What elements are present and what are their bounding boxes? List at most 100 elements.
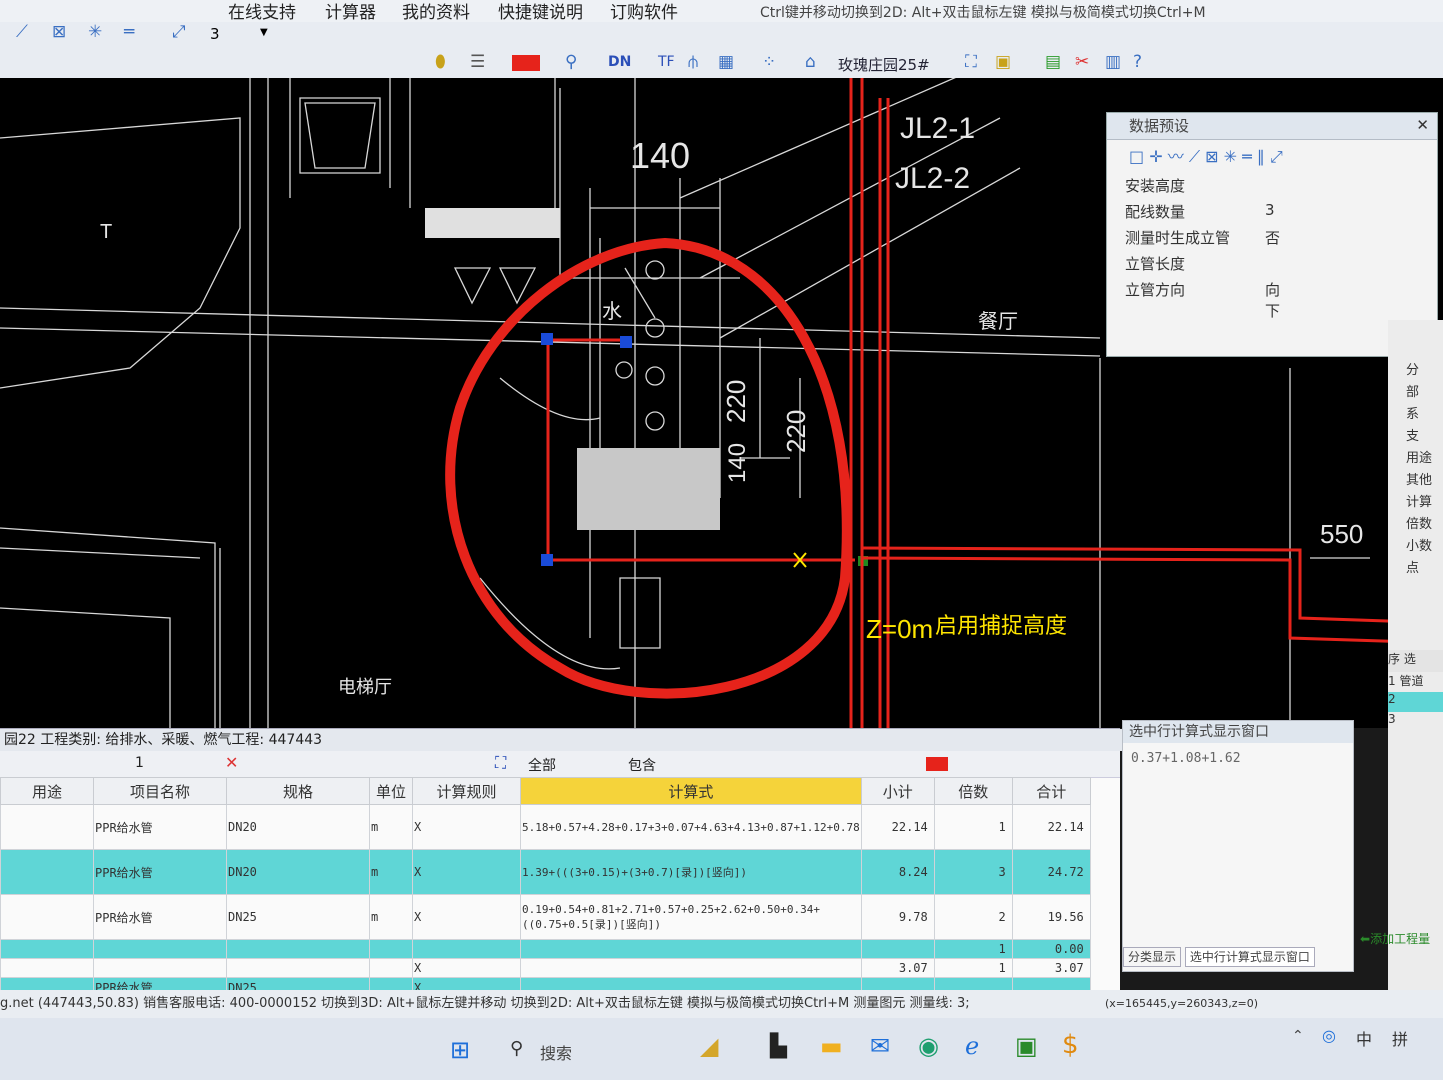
col-rule[interactable]: 计算规则	[412, 777, 521, 805]
quantity-app-icon[interactable]: ▣	[1015, 1032, 1038, 1060]
snap-point-icon[interactable]: ✳	[88, 22, 102, 42]
preset-row-count[interactable]: 配线数量 3	[1125, 201, 1275, 222]
preset-row-riser-direction[interactable]: 立管方向 向下	[1125, 279, 1280, 320]
tab-selected-formula[interactable]: 选中行计算式显示窗口	[1184, 947, 1315, 967]
node-icon[interactable]: ⚲	[565, 52, 577, 72]
pipe-fitting-icon[interactable]: ⫛	[688, 52, 698, 72]
row-count[interactable]: 1	[135, 755, 144, 771]
list-row-index[interactable]: 3	[1388, 712, 1396, 726]
grip-handle[interactable]	[541, 554, 553, 566]
tf-icon[interactable]: TF	[658, 54, 675, 70]
menu-my-data[interactable]: 我的资料	[402, 0, 470, 23]
col-formula[interactable]: 计算式	[520, 777, 862, 805]
col-use[interactable]: 用途	[0, 777, 94, 805]
table-row[interactable]: PPR给水管 DN20 mX 5.18+0.57+4.28+0.17+3+0.07…	[0, 804, 1091, 850]
preset-row-riser[interactable]: 测量时生成立管否	[1125, 227, 1280, 248]
list-row-index[interactable]: 2	[1388, 692, 1396, 706]
filter-all[interactable]: 全部	[528, 755, 556, 775]
formula-window-content[interactable]: 0.37+1.08+1.62	[1123, 743, 1353, 774]
col-name[interactable]: 项目名称	[93, 777, 227, 805]
menu-shortcuts[interactable]: 快捷键说明	[498, 0, 583, 23]
close-icon[interactable]: ✕	[1416, 116, 1429, 134]
snap-point-icon[interactable]: ✳	[1224, 147, 1237, 166]
color-swatch[interactable]	[512, 55, 540, 71]
taskview-icon[interactable]: ▙	[770, 1034, 787, 1059]
find-icon[interactable]: ⛶	[495, 753, 506, 773]
resize-icon[interactable]: ⤢	[1270, 147, 1283, 166]
layers-icon[interactable]: ☰	[470, 52, 485, 72]
polyline-icon[interactable]: ⟋	[1189, 147, 1200, 166]
taskbar-search[interactable]: 搜索	[540, 1040, 572, 1064]
col-spec[interactable]: 规格	[226, 777, 370, 805]
vertical-lines-icon[interactable]: ∥	[1257, 147, 1265, 166]
grip-handle[interactable]	[541, 333, 553, 345]
parallel-line-icon[interactable]: ═	[1242, 147, 1252, 166]
windows-start-icon[interactable]: ⊞	[450, 1036, 470, 1064]
tray-lang[interactable]: 中	[1356, 1026, 1372, 1050]
dn-icon[interactable]: DN	[608, 54, 631, 70]
col-unit[interactable]: 单位	[369, 777, 413, 805]
crosshair-icon[interactable]: ✛	[1149, 147, 1162, 166]
pipe-icon[interactable]: 〰	[1168, 147, 1184, 166]
building-icon[interactable]: ⌂	[805, 52, 816, 72]
tree-item[interactable]: 部	[1406, 382, 1443, 404]
grid-icon[interactable]: ▦	[718, 52, 734, 72]
parallel-line-icon[interactable]: ═	[124, 22, 134, 42]
help-icon[interactable]: ?	[1133, 52, 1142, 72]
app-icon[interactable]: ◢	[700, 1032, 718, 1060]
table-row-selected[interactable]: PPR给水管 DN20 mX 1.39+(((3+0.15)+(3+0.7)[录]…	[0, 849, 1091, 895]
tree-item[interactable]: 支	[1406, 426, 1443, 448]
list-row-index[interactable]: 1	[1388, 674, 1396, 688]
cross-tool-icon[interactable]: ⊠	[52, 22, 66, 42]
label-water: 水	[602, 300, 622, 323]
tree-item[interactable]: 用途	[1406, 448, 1443, 470]
tree-item[interactable]: 计算	[1406, 492, 1443, 514]
folder-icon[interactable]: ▣	[995, 52, 1011, 72]
menu-purchase[interactable]: 订购软件	[610, 0, 678, 23]
add-quantity-button[interactable]: ⬅添加工程量	[1360, 930, 1430, 947]
search-icon[interactable]: ⚲	[510, 1038, 523, 1059]
filter-contains[interactable]: 包含	[628, 755, 656, 775]
tree-item[interactable]: 其他	[1406, 470, 1443, 492]
tab-classify-display[interactable]: 分类显示	[1123, 947, 1182, 967]
list-row-first[interactable]: 管道	[1399, 674, 1423, 688]
ie-icon[interactable]: ℯ	[965, 1032, 979, 1060]
layer-value[interactable]: 3	[210, 25, 220, 43]
mail-icon[interactable]: ✉	[870, 1032, 890, 1060]
preset-row-riser-length[interactable]: 立管长度	[1125, 253, 1185, 274]
tree-item[interactable]: 系	[1406, 404, 1443, 426]
chevron-down-icon[interactable]: ▼	[260, 27, 268, 38]
col-multiplier[interactable]: 倍数	[933, 777, 1013, 805]
tray-app-icon[interactable]: ◎	[1322, 1026, 1336, 1045]
square-icon[interactable]: □	[1129, 147, 1144, 166]
find-icon[interactable]: ⛶	[965, 52, 977, 72]
tray-ime[interactable]: 拼	[1392, 1026, 1408, 1050]
col-total[interactable]: 合计	[1011, 777, 1091, 805]
delete-icon[interactable]: ✕	[225, 753, 238, 772]
project-selector[interactable]: 玫瑰庄园25#	[838, 54, 930, 75]
col-subtotal[interactable]: 小计	[860, 777, 935, 805]
menu-online-support[interactable]: 在线支持	[228, 0, 296, 23]
count-icon[interactable]: ▤	[1045, 52, 1061, 72]
scissors-icon[interactable]: ✂	[1075, 52, 1089, 72]
tree-item[interactable]: 分	[1406, 360, 1443, 382]
chevron-up-icon[interactable]: ⌃	[1292, 1028, 1304, 1044]
menu-calculator[interactable]: 计算器	[325, 0, 376, 23]
dots-icon[interactable]: ⁘	[762, 52, 776, 72]
preset-row-height[interactable]: 安装高度	[1125, 175, 1185, 196]
polyline-icon[interactable]: ⟋	[16, 22, 28, 42]
bucket-icon[interactable]: ⬮	[435, 52, 446, 72]
table-row[interactable]: PPR给水管 DN25 mX 0.19+0.54+0.81+2.71+0.57+0…	[0, 894, 1091, 940]
grip-handle[interactable]	[620, 336, 632, 348]
tree-item[interactable]: 倍数	[1406, 514, 1443, 536]
table-row[interactable]: 1 0.00	[0, 939, 1091, 959]
resize-icon[interactable]: ⤢	[172, 22, 186, 42]
table-row[interactable]: X 3.07 1 3.07	[0, 958, 1091, 978]
color-swatch[interactable]	[926, 757, 948, 771]
cross-tool-icon[interactable]: ⊠	[1205, 147, 1218, 166]
tree-item[interactable]: 小数点	[1406, 536, 1443, 580]
folder-icon[interactable]: ▬	[820, 1032, 843, 1060]
table-icon[interactable]: ▥	[1105, 52, 1121, 72]
dollar-app-icon[interactable]: $	[1062, 1030, 1079, 1060]
edge-icon[interactable]: ◉	[918, 1032, 939, 1060]
